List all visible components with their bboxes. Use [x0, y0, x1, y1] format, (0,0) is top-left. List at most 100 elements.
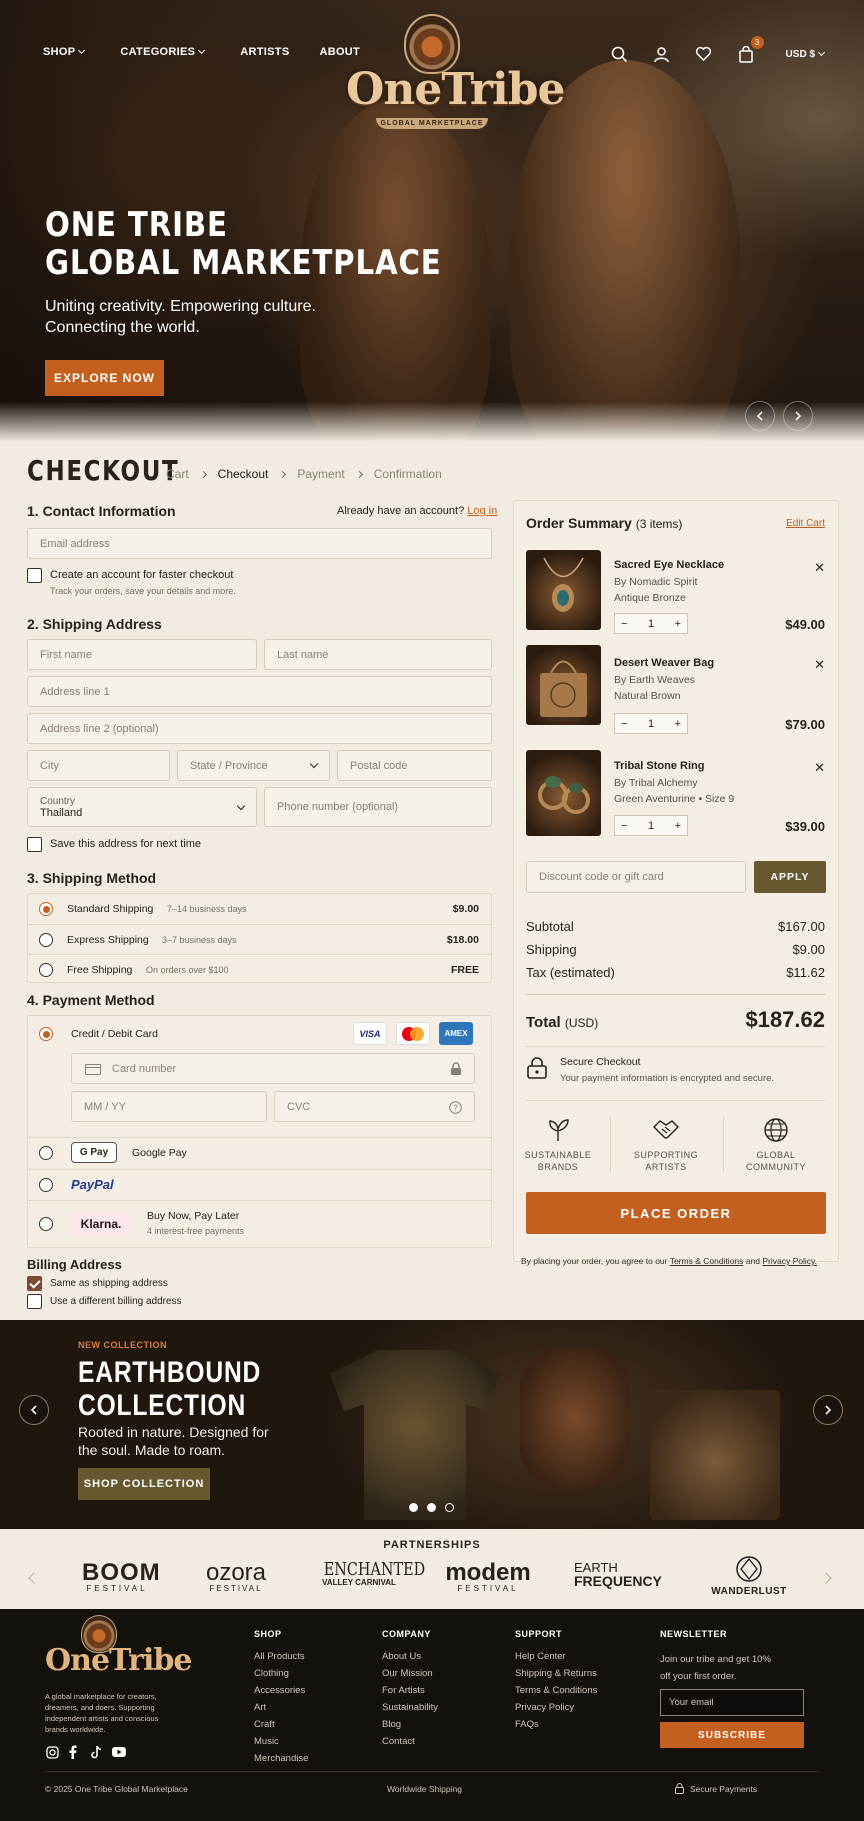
footer-link[interactable]: For Artists [382, 1685, 425, 1696]
klarna-radio[interactable] [39, 1217, 53, 1231]
hero-next-button[interactable] [783, 401, 813, 431]
increase-button[interactable]: + [675, 618, 681, 630]
decrease-button[interactable]: − [621, 718, 627, 730]
increase-button[interactable]: + [675, 820, 681, 832]
footer-link[interactable]: Privacy Policy [515, 1702, 574, 1713]
cvc-field[interactable]: CVC ? [274, 1091, 475, 1122]
decrease-button[interactable]: − [621, 820, 627, 832]
partner-logo-ozora[interactable]: ozora FESTIVAL [197, 1561, 275, 1593]
terms-link[interactable]: Terms & Conditions [670, 1256, 744, 1266]
login-link[interactable]: Log in [467, 505, 497, 517]
shipping-option-express[interactable]: Express Shipping 3–7 business days $18.0… [28, 924, 491, 954]
remove-item-button[interactable]: ✕ [814, 657, 825, 673]
crumb-cart[interactable]: Cart [166, 467, 189, 481]
address-line1-field[interactable]: Address line 1 [27, 676, 492, 707]
discount-code-field[interactable]: Discount code or gift card [526, 861, 746, 893]
partners-prev-icon[interactable] [28, 1572, 40, 1584]
quantity-stepper[interactable]: − 1 + [614, 713, 688, 734]
youtube-icon[interactable] [112, 1745, 126, 1759]
footer-link[interactable]: Shipping & Returns [515, 1668, 597, 1679]
paypal-radio[interactable] [39, 1178, 53, 1192]
footer-link[interactable]: Sustainability [382, 1702, 438, 1713]
city-field[interactable]: City [27, 750, 170, 781]
footer-link[interactable]: Terms & Conditions [515, 1685, 597, 1696]
collection-next-button[interactable] [813, 1395, 843, 1425]
quantity-stepper[interactable]: − 1 + [614, 815, 688, 836]
first-name-field[interactable]: First name [27, 639, 257, 670]
partner-logo-boom[interactable]: BOOM FESTIVAL [82, 1561, 160, 1593]
standard-radio[interactable] [39, 902, 53, 916]
partners-next-icon[interactable] [820, 1572, 832, 1584]
shipping-option-free[interactable]: Free Shipping On orders over $100 FREE [28, 954, 491, 984]
nav-shop[interactable]: SHOP [43, 46, 86, 58]
remove-item-button[interactable]: ✕ [814, 760, 825, 776]
help-icon[interactable]: ? [449, 1101, 462, 1114]
heart-icon[interactable] [694, 44, 714, 64]
email-field[interactable]: Email address [27, 528, 492, 559]
address-line2-field[interactable]: Address line 2 (optional) [27, 713, 492, 744]
site-logo[interactable]: OneTribe GLOBAL MARKETPLACE [346, 14, 566, 140]
card-number-field[interactable]: Card number [71, 1053, 475, 1084]
footer-link[interactable]: Our Mission [382, 1668, 433, 1679]
currency-selector[interactable]: USD $ [786, 49, 826, 60]
explore-now-button[interactable]: EXPLORE NOW [45, 360, 164, 396]
nav-artists[interactable]: ARTISTS [240, 46, 289, 58]
collection-prev-button[interactable] [19, 1395, 49, 1425]
increase-button[interactable]: + [675, 718, 681, 730]
free-radio[interactable] [39, 963, 53, 977]
partner-logo-modem[interactable]: modem FESTIVAL [443, 1561, 533, 1593]
remove-item-button[interactable]: ✕ [814, 560, 825, 576]
footer-logo[interactable]: OneTribe [45, 1615, 192, 1695]
postal-code-field[interactable]: Postal code [337, 750, 492, 781]
search-icon[interactable] [610, 44, 630, 64]
shop-collection-button[interactable]: SHOP COLLECTION [78, 1468, 210, 1500]
last-name-field[interactable]: Last name [264, 639, 492, 670]
save-address-checkbox[interactable] [27, 837, 42, 852]
gpay-radio[interactable] [39, 1146, 53, 1160]
partner-logo-enchanted[interactable]: ENCHANTED VALLEY CARNIVAL [315, 1561, 425, 1587]
place-order-button[interactable]: PLACE ORDER [526, 1192, 826, 1234]
facebook-icon[interactable] [66, 1745, 80, 1759]
decrease-button[interactable]: − [621, 618, 627, 630]
footer-link[interactable]: Music [254, 1736, 279, 1747]
quantity-stepper[interactable]: − 1 + [614, 613, 688, 634]
express-radio[interactable] [39, 933, 53, 947]
same-billing-checkbox[interactable] [27, 1276, 42, 1291]
shipping-option-standard[interactable]: Standard Shipping 7–14 business days $9.… [28, 894, 491, 924]
footer-link[interactable]: All Products [254, 1651, 305, 1662]
carousel-dot[interactable] [427, 1503, 436, 1512]
footer-link[interactable]: About Us [382, 1651, 421, 1662]
edit-cart-link[interactable]: Edit Cart [786, 518, 825, 529]
item-name[interactable]: Tribal Stone Ring [614, 760, 704, 772]
apply-button[interactable]: APPLY [754, 861, 826, 893]
different-billing-checkbox[interactable] [27, 1294, 42, 1309]
instagram-icon[interactable] [45, 1745, 59, 1759]
item-name[interactable]: Sacred Eye Necklace [614, 559, 724, 571]
privacy-link[interactable]: Privacy Policy. [762, 1256, 817, 1266]
footer-link[interactable]: Blog [382, 1719, 401, 1730]
state-select[interactable]: State / Province [177, 750, 330, 781]
partner-logo-earth-frequency[interactable]: EARTH FREQUENCY [574, 1561, 664, 1588]
footer-link[interactable]: Help Center [515, 1651, 566, 1662]
cart-icon[interactable]: 3 [736, 36, 764, 64]
footer-link[interactable]: Merchandise [254, 1753, 308, 1764]
card-radio[interactable] [39, 1027, 53, 1041]
expiry-field[interactable]: MM / YY [71, 1091, 267, 1122]
footer-link[interactable]: Contact [382, 1736, 415, 1747]
newsletter-email-field[interactable]: Your email [660, 1689, 804, 1716]
phone-field[interactable]: Phone number (optional) [264, 787, 492, 827]
tiktok-icon[interactable] [89, 1745, 103, 1759]
product-image-bag[interactable] [526, 645, 601, 725]
partner-logo-wanderlust[interactable]: WANDERLUST [707, 1555, 791, 1597]
footer-link[interactable]: FAQs [515, 1719, 539, 1730]
carousel-dot[interactable] [409, 1503, 418, 1512]
product-image-necklace[interactable] [526, 550, 601, 630]
nav-categories[interactable]: CATEGORIES [120, 46, 206, 58]
footer-link[interactable]: Art [254, 1702, 266, 1713]
hero-prev-button[interactable] [745, 401, 775, 431]
footer-link[interactable]: Clothing [254, 1668, 289, 1679]
subscribe-button[interactable]: SUBSCRIBE [660, 1722, 804, 1748]
country-select[interactable]: Country Thailand [27, 787, 257, 827]
footer-link[interactable]: Craft [254, 1719, 275, 1730]
footer-link[interactable]: Accessories [254, 1685, 305, 1696]
